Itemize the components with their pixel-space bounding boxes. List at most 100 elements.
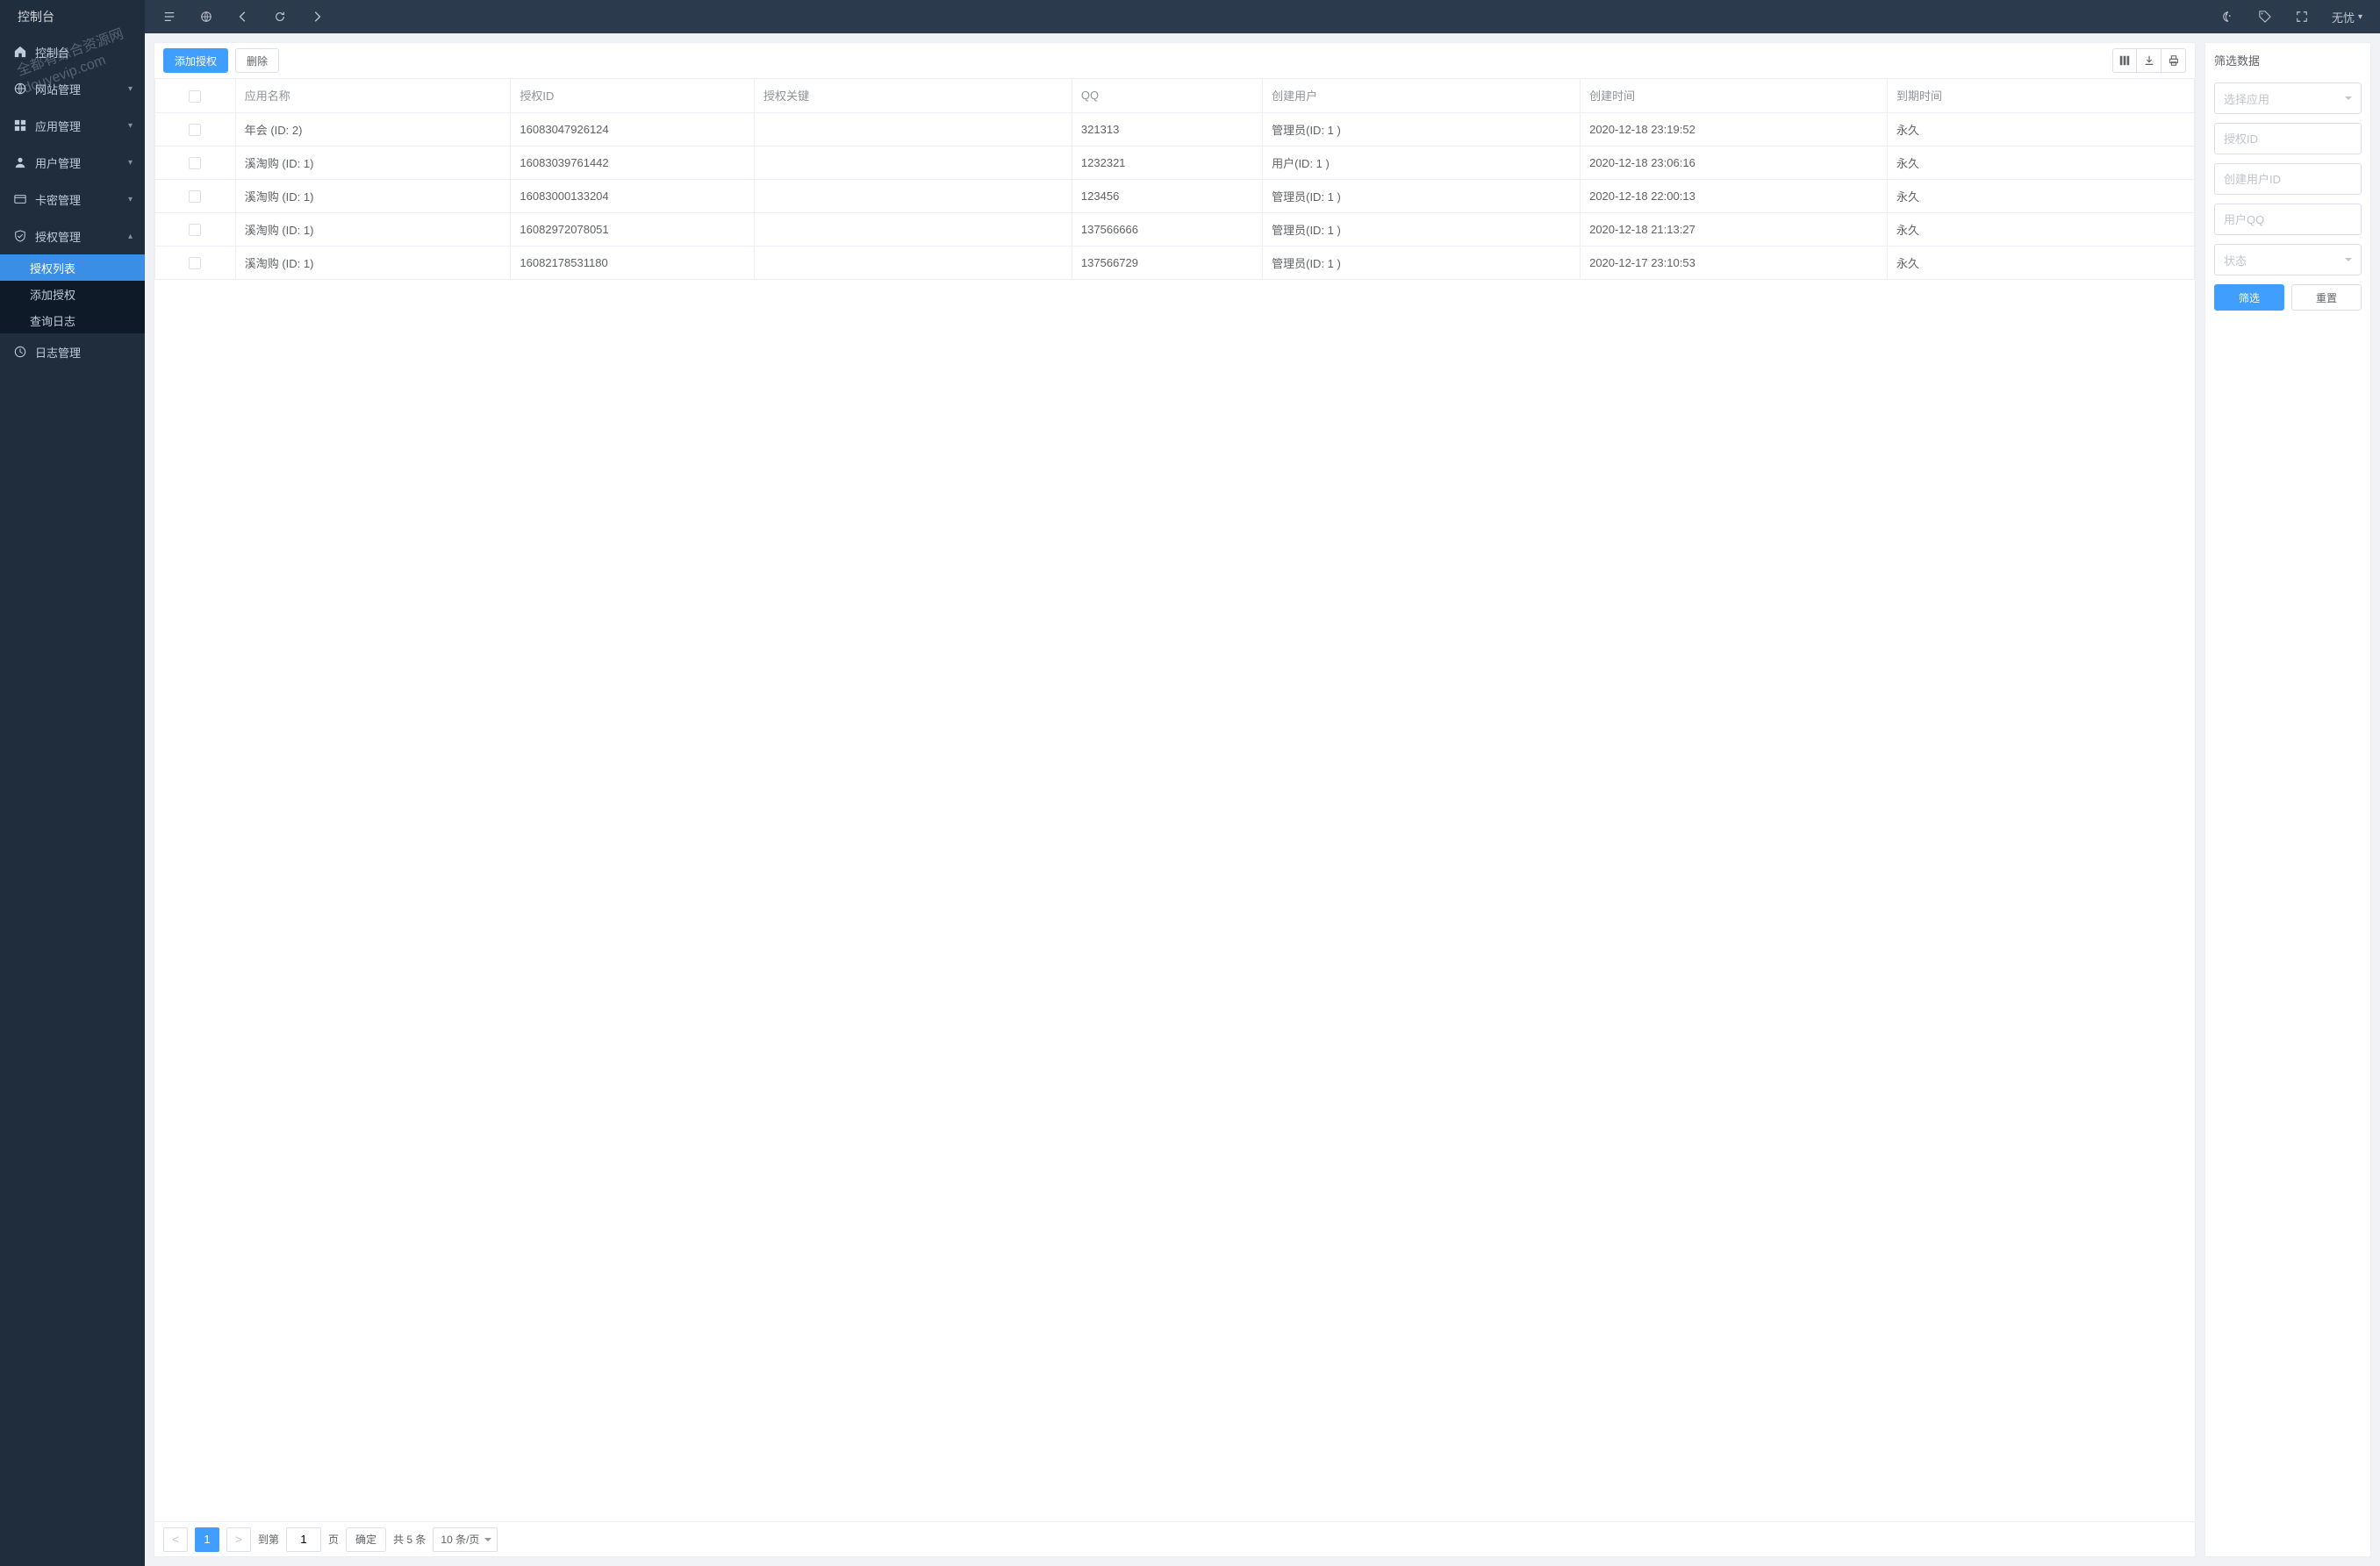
sidebar-item-auth[interactable]: 授权管理 ▴ bbox=[0, 218, 145, 254]
sidebar: 控制台 控制台 网站管理 ▾ 应用管理 ▾ 用户管理 ▾ bbox=[0, 0, 145, 1566]
cell-authid: 16082972078051 bbox=[511, 212, 755, 246]
refresh-button[interactable] bbox=[264, 0, 296, 33]
goto-page-input[interactable] bbox=[286, 1527, 321, 1552]
goto-label: 到第 bbox=[258, 1532, 279, 1547]
sidebar-item-app[interactable]: 应用管理 ▾ bbox=[0, 107, 145, 144]
sidebar-item-site[interactable]: 网站管理 ▾ bbox=[0, 70, 145, 107]
chevron-down-icon: ▾ bbox=[128, 195, 133, 204]
cell-expire: 永久 bbox=[1888, 179, 2195, 212]
user-name: 无忧 bbox=[2332, 9, 2355, 25]
cell-key bbox=[754, 112, 1072, 146]
filter-select-app[interactable]: 选择应用 bbox=[2214, 82, 2362, 114]
sidebar-item-user[interactable]: 用户管理 ▾ bbox=[0, 144, 145, 181]
page-next-button[interactable]: > bbox=[226, 1527, 251, 1552]
sidebar-item-auth-list[interactable]: 授权列表 bbox=[0, 254, 145, 281]
sidebar-item-console[interactable]: 控制台 bbox=[0, 33, 145, 70]
cell-created: 2020-12-18 23:19:52 bbox=[1581, 112, 1888, 146]
grid-icon bbox=[12, 119, 28, 132]
export-button[interactable] bbox=[2137, 48, 2161, 73]
filter-reset-button[interactable]: 重置 bbox=[2291, 284, 2362, 311]
table-row[interactable]: 溪淘购 (ID: 1) 16083000133204 123456 管理员(ID… bbox=[155, 179, 2195, 212]
header-app: 应用名称 bbox=[235, 79, 511, 112]
home-button[interactable] bbox=[190, 0, 222, 33]
header-creator: 创建用户 bbox=[1263, 79, 1581, 112]
cell-qq: 1232321 bbox=[1072, 146, 1262, 179]
sidebar-item-auth-log[interactable]: 查询日志 bbox=[0, 307, 145, 333]
cell-qq: 123456 bbox=[1072, 179, 1262, 212]
globe-icon bbox=[12, 82, 28, 95]
add-auth-button[interactable]: 添加授权 bbox=[163, 48, 228, 73]
cell-qq: 137566666 bbox=[1072, 212, 1262, 246]
sidebar-item-label: 卡密管理 bbox=[35, 191, 81, 208]
header-created: 创建时间 bbox=[1581, 79, 1888, 112]
filter-submit-button[interactable]: 筛选 bbox=[2214, 284, 2284, 311]
page-prev-button[interactable]: < bbox=[163, 1527, 188, 1552]
table-row[interactable]: 溪淘购 (ID: 1) 16082972078051 137566666 管理员… bbox=[155, 212, 2195, 246]
cell-creator: 用户(ID: 1 ) bbox=[1263, 146, 1581, 179]
cell-authid: 16083000133204 bbox=[511, 179, 755, 212]
filter-authid-input[interactable] bbox=[2214, 123, 2362, 154]
user-icon bbox=[12, 156, 28, 168]
home-icon bbox=[12, 46, 28, 58]
page-number-button[interactable]: 1 bbox=[195, 1527, 219, 1552]
cell-key bbox=[754, 246, 1072, 279]
sidebar-item-label: 网站管理 bbox=[35, 81, 81, 97]
delete-button[interactable]: 删除 bbox=[235, 48, 279, 73]
row-checkbox[interactable] bbox=[155, 112, 236, 146]
pagesize-select[interactable]: 10 条/页 bbox=[433, 1527, 498, 1552]
card-icon bbox=[12, 193, 28, 205]
chevron-down-icon: ▾ bbox=[128, 84, 133, 94]
cell-expire: 永久 bbox=[1888, 112, 2195, 146]
forward-button[interactable] bbox=[301, 0, 333, 33]
filter-qq-input[interactable] bbox=[2214, 204, 2362, 235]
sidebar-item-card[interactable]: 卡密管理 ▾ bbox=[0, 181, 145, 218]
cell-app: 年会 (ID: 2) bbox=[235, 112, 511, 146]
toolbar: 添加授权 删除 bbox=[154, 43, 2195, 78]
cell-key bbox=[754, 212, 1072, 246]
tag-button[interactable] bbox=[2249, 0, 2281, 33]
cell-key bbox=[754, 179, 1072, 212]
chevron-down-icon: ▾ bbox=[128, 121, 133, 131]
row-checkbox[interactable] bbox=[155, 212, 236, 246]
user-menu[interactable]: 无忧 ▾ bbox=[2323, 0, 2371, 33]
cell-authid: 16083039761442 bbox=[511, 146, 755, 179]
filter-status-select[interactable]: 状态 bbox=[2214, 244, 2362, 275]
topbar: 无忧 ▾ bbox=[145, 0, 2380, 33]
columns-button[interactable] bbox=[2112, 48, 2137, 73]
cell-app: 溪淘购 (ID: 1) bbox=[235, 246, 511, 279]
cell-qq: 137566729 bbox=[1072, 246, 1262, 279]
cell-authid: 16082178531180 bbox=[511, 246, 755, 279]
cell-created: 2020-12-18 23:06:16 bbox=[1581, 146, 1888, 179]
goto-confirm-button[interactable]: 确定 bbox=[346, 1527, 386, 1552]
auth-table: 应用名称 授权ID 授权关键 QQ 创建用户 创建时间 到期时间 年会 (ID:… bbox=[154, 79, 2195, 280]
cell-app: 溪淘购 (ID: 1) bbox=[235, 212, 511, 246]
row-checkbox[interactable] bbox=[155, 179, 236, 212]
header-expire: 到期时间 bbox=[1888, 79, 2195, 112]
table-row[interactable]: 溪淘购 (ID: 1) 16082178531180 137566729 管理员… bbox=[155, 246, 2195, 279]
header-authid: 授权ID bbox=[511, 79, 755, 112]
back-button[interactable] bbox=[227, 0, 259, 33]
page-suffix: 页 bbox=[328, 1532, 339, 1547]
theme-button[interactable] bbox=[2212, 0, 2244, 33]
sidebar-item-label: 用户管理 bbox=[35, 154, 81, 171]
sidebar-item-label: 应用管理 bbox=[35, 118, 81, 134]
table-row[interactable]: 年会 (ID: 2) 16083047926124 321313 管理员(ID:… bbox=[155, 112, 2195, 146]
chevron-down-icon: ▾ bbox=[128, 158, 133, 168]
row-checkbox[interactable] bbox=[155, 246, 236, 279]
sidebar-item-log[interactable]: 日志管理 bbox=[0, 333, 145, 370]
filter-creator-input[interactable] bbox=[2214, 163, 2362, 195]
fullscreen-button[interactable] bbox=[2286, 0, 2318, 33]
header-checkbox[interactable] bbox=[155, 79, 236, 112]
print-button[interactable] bbox=[2161, 48, 2186, 73]
chevron-down-icon: ▾ bbox=[2358, 12, 2362, 22]
table-row[interactable]: 溪淘购 (ID: 1) 16083039761442 1232321 用户(ID… bbox=[155, 146, 2195, 179]
sidebar-title: 控制台 bbox=[0, 0, 145, 33]
horizontal-scrollbar[interactable] bbox=[154, 1509, 2195, 1521]
chevron-up-icon: ▴ bbox=[128, 232, 133, 241]
sidebar-item-auth-add[interactable]: 添加授权 bbox=[0, 281, 145, 307]
row-checkbox[interactable] bbox=[155, 146, 236, 179]
toggle-sidebar-button[interactable] bbox=[154, 0, 185, 33]
table-wrapper: 应用名称 授权ID 授权关键 QQ 创建用户 创建时间 到期时间 年会 (ID:… bbox=[154, 78, 2195, 1521]
cell-app: 溪淘购 (ID: 1) bbox=[235, 146, 511, 179]
cell-authid: 16083047926124 bbox=[511, 112, 755, 146]
